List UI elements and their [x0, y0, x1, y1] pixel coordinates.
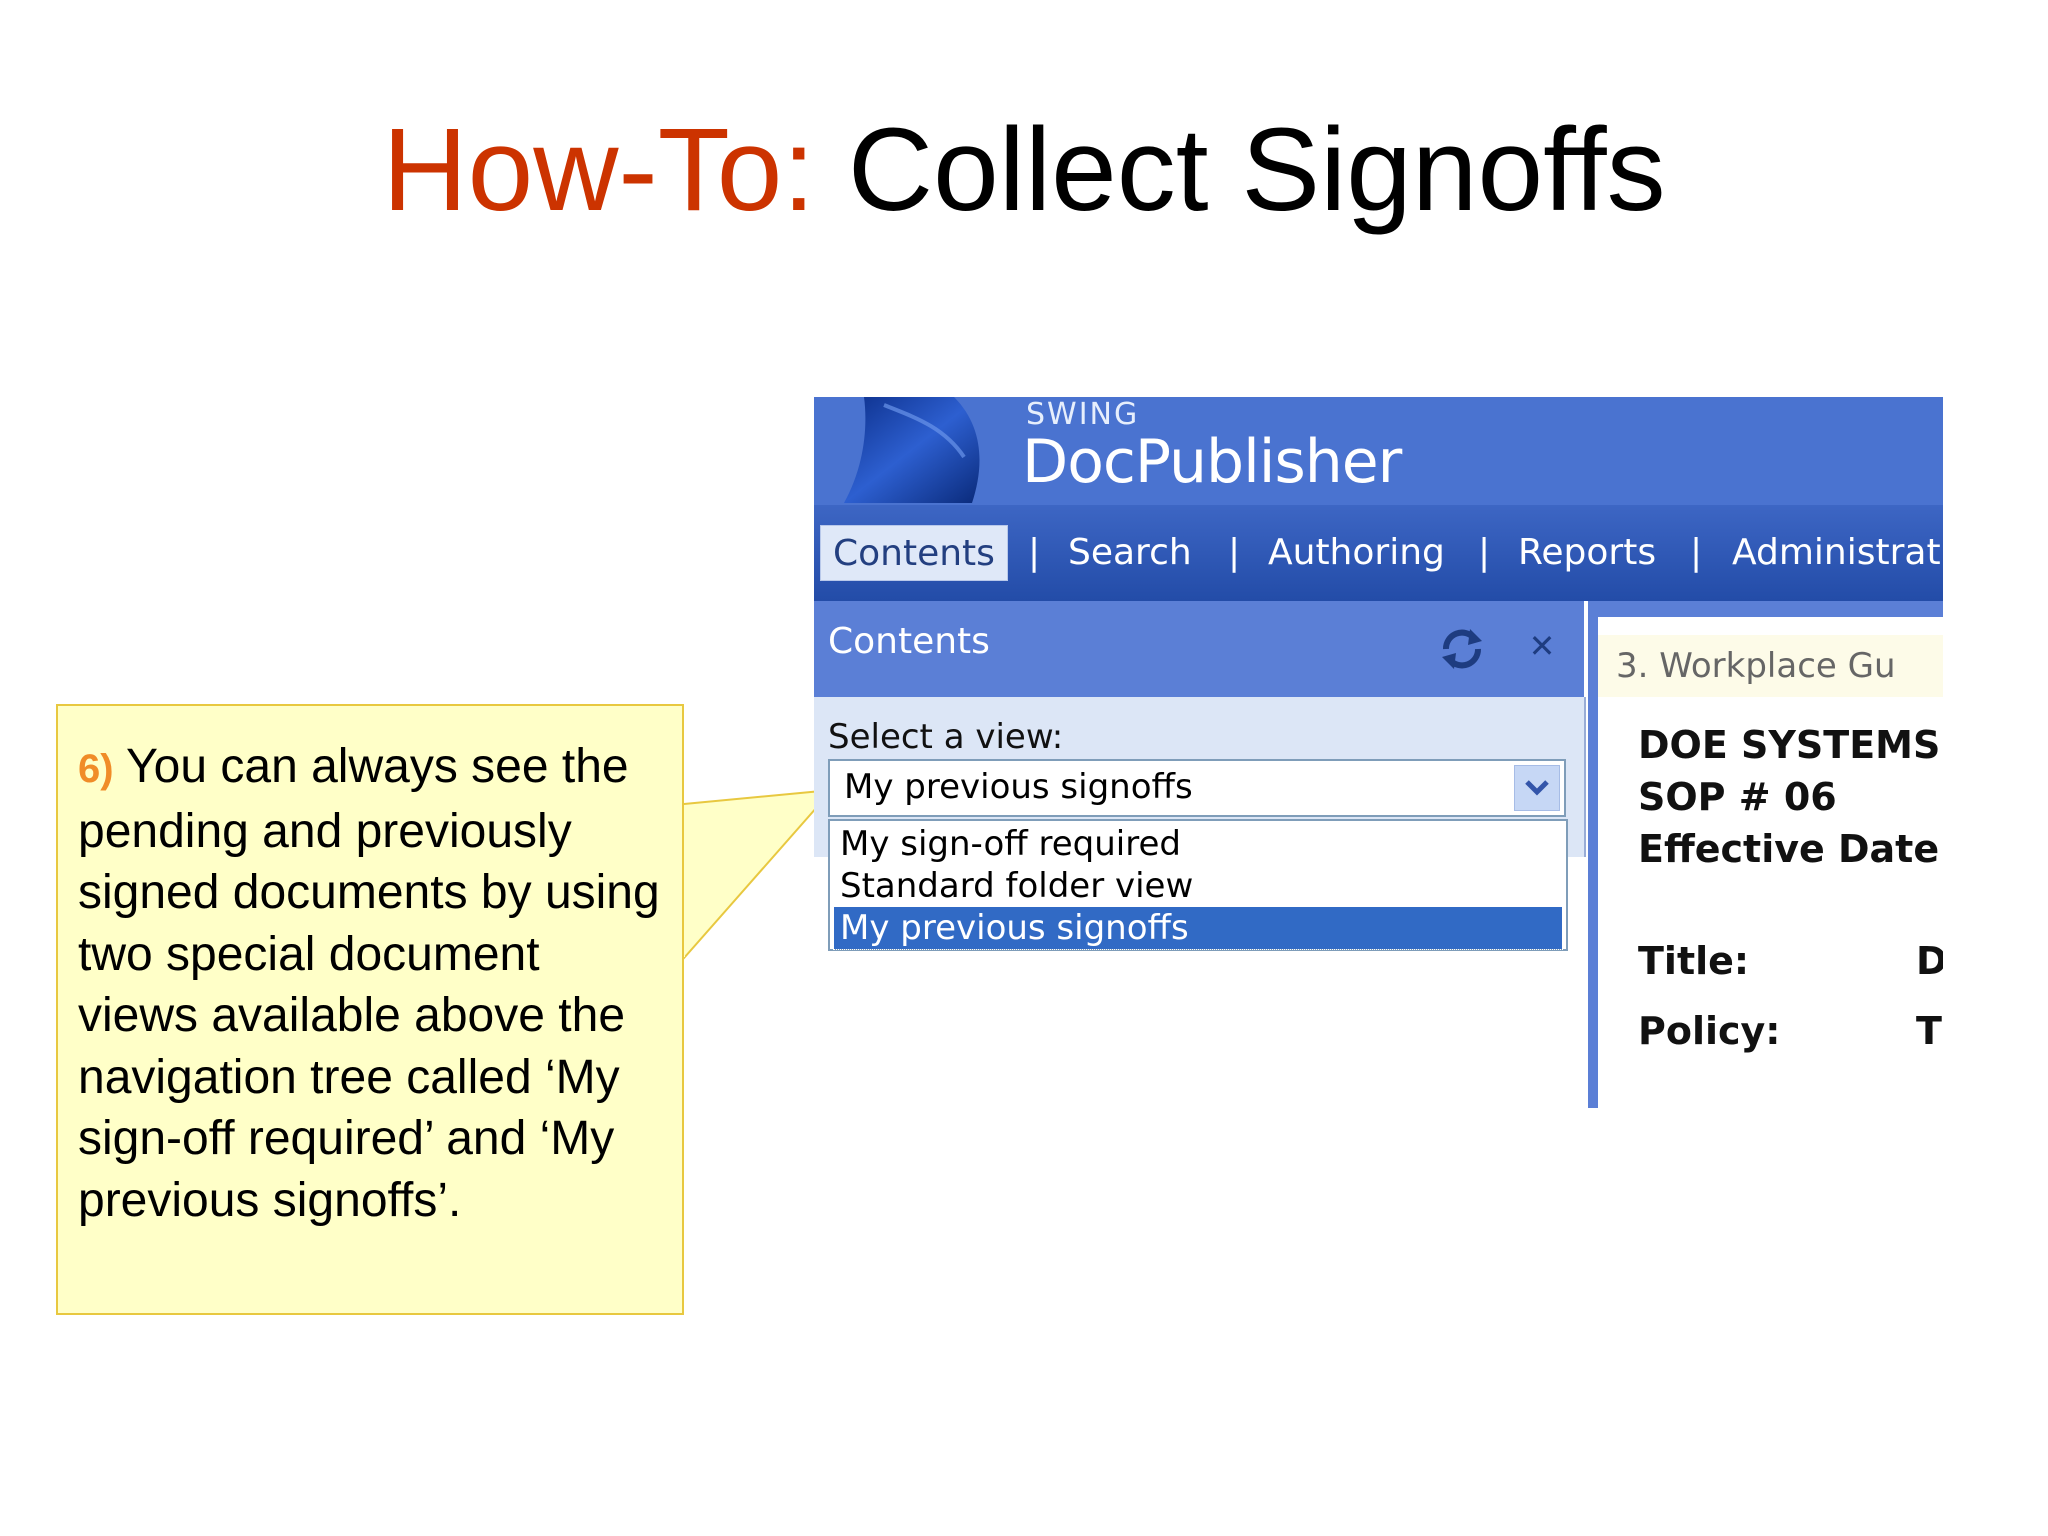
- document-view: 3. Workplace Gu DOE SYSTEMS SOP # 06 Eff…: [1598, 617, 1943, 1108]
- doc-org-line: DOE SYSTEMS: [1638, 723, 1941, 767]
- document-panel: 3. Workplace Gu DOE SYSTEMS SOP # 06 Eff…: [1588, 601, 1943, 1108]
- doc-sop-line: SOP # 06: [1638, 775, 1837, 819]
- option-my-sign-off-required[interactable]: My sign-off required: [834, 823, 1562, 865]
- nav-tab-administration[interactable]: Administrat: [1732, 525, 1941, 581]
- slide: How-To: Collect Signoffs 6) You can alwa…: [0, 0, 2048, 1536]
- view-select[interactable]: My previous signoffs: [828, 759, 1566, 817]
- app-screenshot: SWING DocPublisher Contents | Search | A…: [814, 397, 1943, 1108]
- view-select-value: My previous signoffs: [844, 767, 1193, 807]
- nav-separator: |: [1690, 532, 1703, 573]
- refresh-icon[interactable]: [1436, 623, 1488, 675]
- nav-tab-search[interactable]: Search: [1068, 525, 1192, 581]
- doc-title-value: D: [1916, 939, 1943, 983]
- callout-box: 6) You can always see the pending and pr…: [56, 704, 684, 1315]
- slide-title: How-To: Collect Signoffs: [0, 100, 2048, 240]
- doc-effective-date-label: Effective Date:: [1638, 827, 1943, 871]
- doc-policy-label: Policy:: [1638, 1009, 1781, 1053]
- step-number: 6): [78, 747, 114, 791]
- contents-panel-header: Contents ✕: [814, 601, 1584, 697]
- flag-logo-icon: [844, 397, 980, 503]
- panel-title: Contents: [828, 621, 990, 662]
- nav-bar: Contents | Search | Authoring | Reports …: [814, 505, 1943, 601]
- nav-tab-contents[interactable]: Contents: [820, 525, 1008, 581]
- app-header: SWING DocPublisher: [814, 397, 1943, 505]
- close-icon[interactable]: ✕: [1524, 621, 1560, 671]
- option-my-previous-signoffs[interactable]: My previous signoffs: [833, 906, 1563, 950]
- nav-separator: |: [1478, 532, 1491, 573]
- nav-separator: |: [1228, 532, 1241, 573]
- callout-text: You can always see the pending and previ…: [78, 740, 660, 1227]
- option-standard-folder-view[interactable]: Standard folder view: [834, 865, 1562, 907]
- doc-policy-value: T: [1916, 1009, 1942, 1053]
- nav-tab-authoring[interactable]: Authoring: [1268, 525, 1445, 581]
- nav-separator: |: [1028, 532, 1041, 573]
- chevron-down-icon[interactable]: [1514, 765, 1560, 811]
- brand-name: DocPublisher: [1022, 427, 1402, 497]
- doc-title-label: Title:: [1638, 939, 1750, 983]
- select-view-label: Select a view:: [828, 717, 1064, 757]
- title-main: Collect Signoffs: [815, 104, 1666, 236]
- nav-tab-reports[interactable]: Reports: [1518, 525, 1656, 581]
- view-dropdown-list: My sign-off required Standard folder vie…: [828, 819, 1568, 951]
- document-breadcrumb[interactable]: 3. Workplace Gu: [1598, 635, 1943, 697]
- title-prefix: How-To:: [382, 104, 816, 236]
